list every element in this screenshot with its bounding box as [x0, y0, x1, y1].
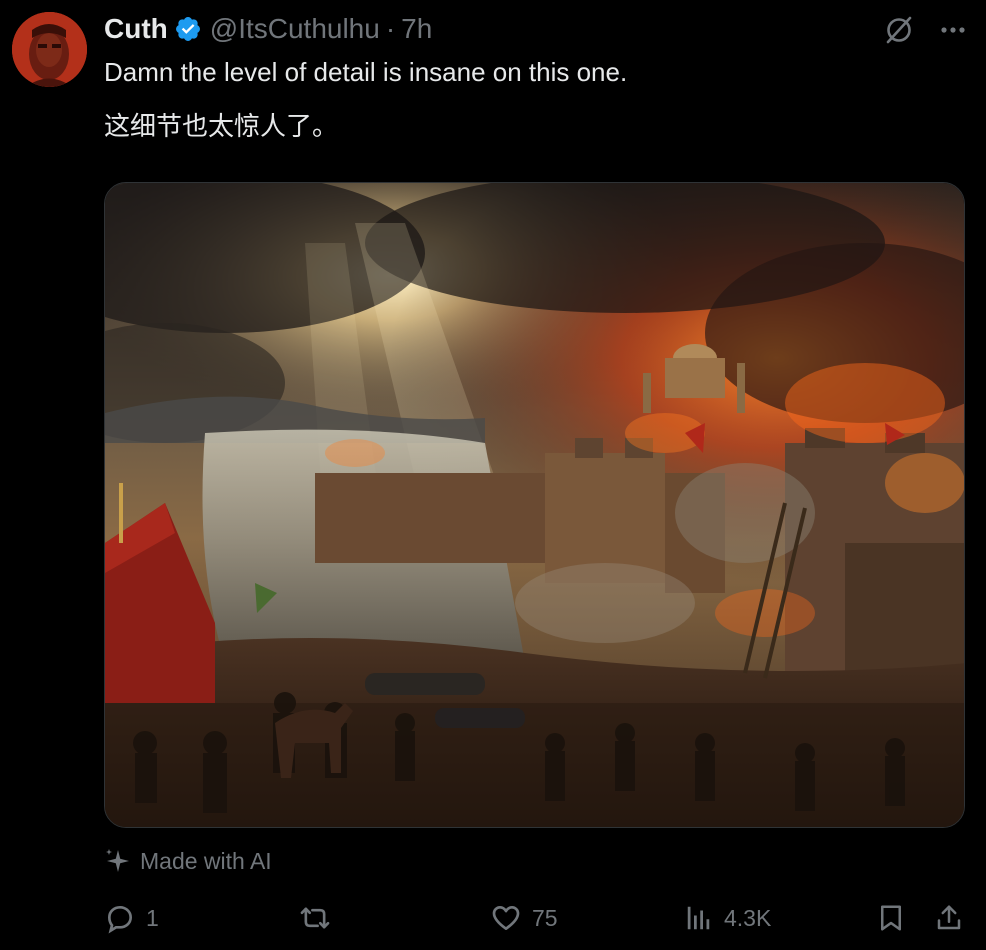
tweet-media-image[interactable]: [104, 182, 965, 828]
bookmark-button[interactable]: [876, 898, 906, 938]
made-with-ai-label[interactable]: Made with AI: [104, 844, 272, 878]
reply-count: 1: [146, 904, 159, 931]
reply-icon: [104, 902, 136, 934]
share-button[interactable]: [934, 898, 964, 938]
more-dots-icon[interactable]: [938, 15, 968, 45]
like-button[interactable]: 75: [490, 898, 558, 938]
author-avatar[interactable]: [12, 12, 87, 87]
tweet-text-line-1: Damn the level of detail is insane on th…: [104, 57, 628, 87]
slash-circle-icon[interactable]: [882, 13, 916, 47]
tweet-action-bar: 1 75 4.3K: [0, 898, 986, 938]
author-display-name[interactable]: Cuth: [104, 13, 168, 45]
views-button[interactable]: 4.3K: [684, 898, 771, 938]
share-icon: [934, 902, 964, 934]
tweet-header: Cuth @ItsCuthulhu · 7h: [104, 12, 432, 46]
made-with-ai-text: Made with AI: [140, 847, 272, 874]
heart-icon: [490, 902, 522, 934]
tweet-timestamp[interactable]: 7h: [401, 13, 432, 45]
like-count: 75: [532, 904, 558, 931]
tweet-top-actions: [882, 12, 968, 48]
views-icon: [684, 903, 714, 933]
author-handle[interactable]: @ItsCuthulhu: [210, 13, 380, 45]
views-count: 4.3K: [724, 904, 772, 931]
retweet-button[interactable]: [298, 898, 342, 938]
header-separator: ·: [385, 13, 396, 44]
reply-button[interactable]: 1: [104, 898, 159, 938]
verified-badge-icon: [174, 15, 202, 43]
tweet-text-line-2: 这细节也太惊人了。: [104, 111, 339, 141]
retweet-icon: [298, 902, 332, 934]
sparkle-icon: [104, 847, 132, 875]
bookmark-icon: [876, 902, 906, 934]
